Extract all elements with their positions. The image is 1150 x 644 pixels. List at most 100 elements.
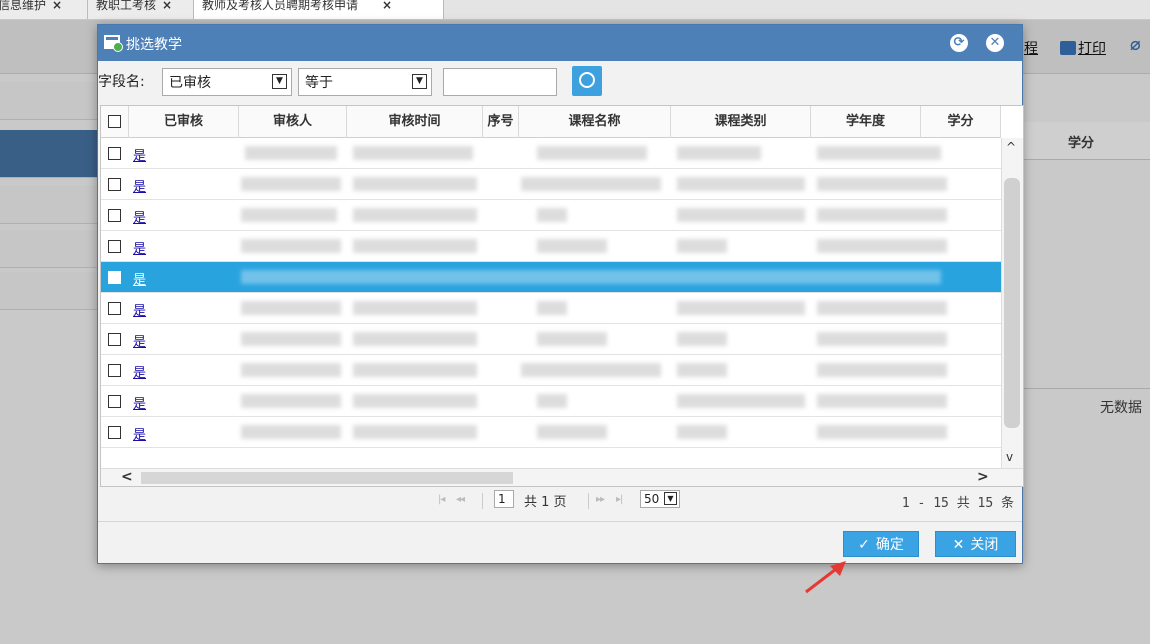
reviewed-link[interactable]: 是 [133,393,146,412]
reviewed-link[interactable]: 是 [133,207,146,226]
row-checkbox[interactable] [108,426,121,439]
scroll-thumb[interactable] [141,472,513,484]
field-select[interactable]: 已审核 ▼ [162,68,292,96]
next-page-icon[interactable]: ▸▸ [596,494,605,505]
redacted-cell [537,301,567,315]
refresh-icon[interactable]: ⟳ [950,34,968,52]
redacted-cell [817,332,947,346]
print-button[interactable]: 打印 [1060,38,1106,58]
page-size-select[interactable]: 50 ▼ [640,490,680,508]
column-header-reviewed[interactable]: 已审核 [129,106,239,138]
table-row[interactable]: 是 [101,355,1001,386]
pager: |◂ ◂◂ 1 共 1 页 ▸▸ ▸| 50 ▼ 1 - 15 共 15 条 [98,487,1022,515]
reviewed-link[interactable]: 是 [133,300,146,319]
horizontal-scrollbar[interactable]: < > [101,468,1023,486]
chevron-down-icon: ▼ [272,74,287,89]
chevron-left-icon[interactable]: < [121,469,133,485]
reviewed-link[interactable]: 是 [133,424,146,443]
reviewed-link[interactable]: 是 [133,238,146,257]
table-row[interactable]: 是 [101,324,1001,355]
reviewed-link[interactable]: 是 [133,145,146,164]
redacted-cell [537,146,647,160]
close-button[interactable]: ✕ 关闭 [935,531,1016,557]
close-icon[interactable]: × [382,0,392,12]
row-checkbox[interactable] [108,178,121,191]
table-row[interactable]: 是 [101,386,1001,417]
reviewed-link[interactable]: 是 [133,331,146,350]
chevron-right-icon[interactable]: > [977,469,989,485]
last-page-icon[interactable]: ▸| [616,494,623,505]
column-header-course-type[interactable]: 课程类别 [671,106,811,138]
redacted-cell [353,239,477,253]
search-button[interactable] [572,66,602,96]
row-checkbox[interactable] [108,271,121,284]
table-row-selected[interactable]: 是 [101,262,1001,293]
row-checkbox[interactable] [108,240,121,253]
attachment-icon[interactable]: ⌀ [1130,34,1141,55]
row-checkbox[interactable] [108,364,121,377]
redacted-cell [537,332,607,346]
sidebar-item[interactable] [0,186,100,224]
redacted-cell [241,239,341,253]
column-header-course-name[interactable]: 课程名称 [519,106,671,138]
total-pages-text: 共 1 页 [524,495,567,510]
column-header-seq[interactable]: 序号 [483,106,519,138]
sidebar-item[interactable] [0,82,100,120]
table-row[interactable]: 是 [101,169,1001,200]
vertical-scrollbar[interactable]: ^ v [1001,138,1023,468]
redacted-cell [241,394,341,408]
confirm-label: 确定 [875,537,904,553]
sidebar-item[interactable] [0,230,100,268]
grid-header: 已审核 审核人 审核时间 序号 课程名称 课程类别 学年度 学分 [101,106,1001,138]
chevron-up-icon[interactable]: ^ [1006,140,1016,154]
first-page-icon[interactable]: |◂ [438,494,445,505]
table-row[interactable]: 是 [101,138,1001,169]
redacted-cell [817,208,947,222]
row-checkbox[interactable] [108,395,121,408]
row-checkbox[interactable] [108,333,121,346]
confirm-button[interactable]: ✓ 确定 [843,531,919,557]
tab-staff-assessment[interactable]: 教职工考核 × [88,0,194,19]
sidebar-item-active[interactable] [0,130,100,178]
data-grid: 已审核 审核人 审核时间 序号 课程名称 课程类别 学年度 学分 是 是 是 是… [100,105,1024,487]
redacted-cell [817,394,947,408]
close-icon[interactable]: × [52,0,62,12]
search-input[interactable] [443,68,557,96]
sidebar-item[interactable] [0,272,100,310]
close-icon[interactable]: × [162,0,172,12]
tab-teacher-assessment-application[interactable]: 教师及考核人员聘期考核申请 × [194,0,444,19]
row-checkbox[interactable] [108,209,121,222]
tab-info-maintenance[interactable]: 信息维护 × [0,0,88,19]
column-header-reviewer[interactable]: 审核人 [239,106,347,138]
page-input[interactable]: 1 [494,490,514,508]
column-header-review-time[interactable]: 审核时间 [347,106,483,138]
chevron-down-icon[interactable]: v [1006,450,1013,464]
toolbar-partial-button[interactable]: 程 [1024,38,1038,58]
redacted-cell [537,394,567,408]
table-row[interactable]: 是 [101,200,1001,231]
column-header-credit[interactable]: 学分 [921,106,1001,138]
toolbar-partial-label: 程 [1024,41,1038,57]
operator-select[interactable]: 等于 ▼ [298,68,432,96]
field-name-label: 字段名: [98,74,145,90]
reviewed-link[interactable]: 是 [133,362,146,381]
redacted-cell [817,146,941,160]
redacted-cell [353,177,477,191]
table-add-icon [104,35,123,52]
table-row[interactable]: 是 [101,293,1001,324]
table-row[interactable]: 是 [101,231,1001,262]
reviewed-link[interactable]: 是 [133,269,146,288]
table-row[interactable]: 是 [101,417,1001,448]
row-checkbox[interactable] [108,147,121,160]
row-checkbox[interactable] [108,302,121,315]
close-icon[interactable]: ✕ [986,34,1004,52]
column-header-school-year[interactable]: 学年度 [811,106,921,138]
redacted-cell [817,363,947,377]
select-all-checkbox[interactable] [108,115,121,128]
prev-page-icon[interactable]: ◂◂ [456,494,465,505]
scroll-thumb[interactable] [1004,178,1020,428]
reviewed-link[interactable]: 是 [133,176,146,195]
close-label: 关闭 [970,537,999,553]
redacted-cell [353,425,477,439]
redacted-cell [677,239,727,253]
